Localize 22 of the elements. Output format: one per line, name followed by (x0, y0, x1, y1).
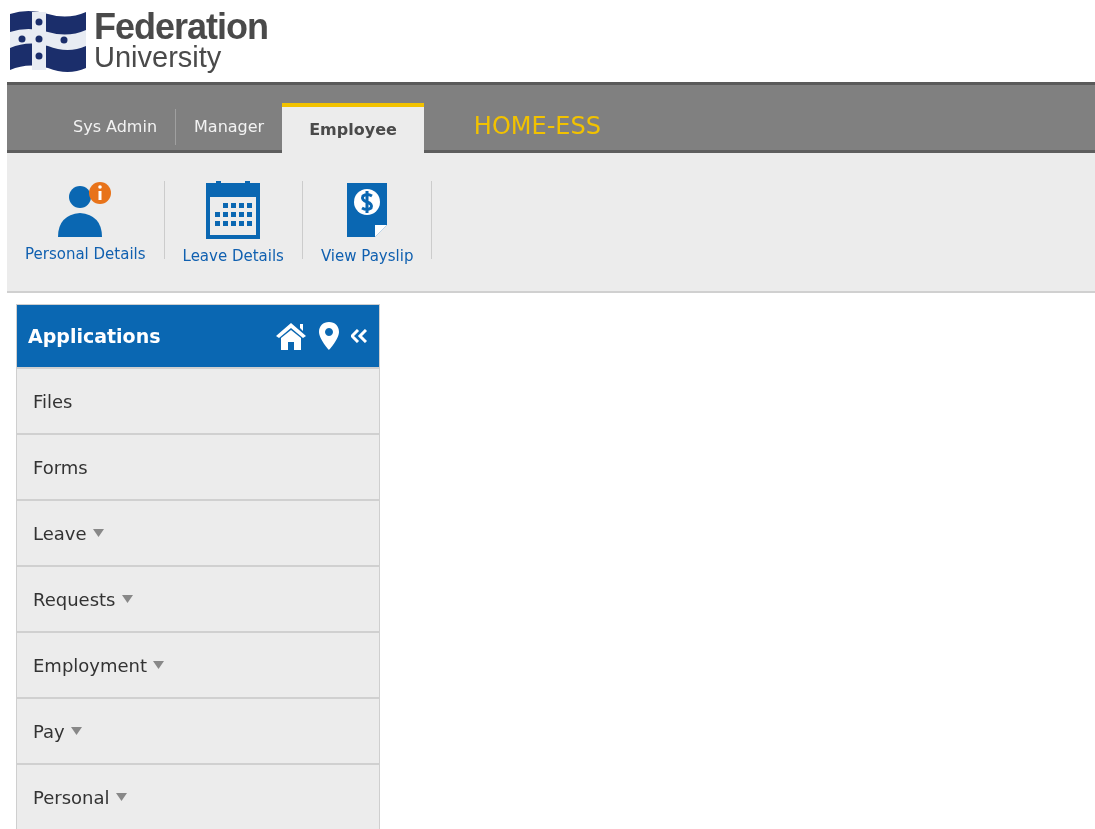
context-title: HOME-ESS (473, 111, 601, 140)
home-icon[interactable] (275, 322, 307, 350)
shortcut-button[interactable]: Leave Details (164, 180, 302, 265)
menu-item[interactable]: Personal (17, 763, 379, 829)
sidebar-title: Applications (28, 325, 162, 347)
payslip-icon (345, 180, 390, 239)
menu-item[interactable]: Employment (17, 631, 379, 697)
tab[interactable]: Manager (176, 103, 283, 150)
tab[interactable]: Sys Admin (55, 103, 176, 150)
collapse-icon[interactable] (351, 329, 367, 343)
shortcut-button[interactable]: Personal Details (7, 180, 164, 263)
calendar-icon (206, 180, 261, 239)
location-pin-icon[interactable] (319, 322, 339, 350)
tab[interactable]: Employee (282, 102, 424, 153)
menu-item[interactable]: Requests (17, 565, 379, 631)
logo-title: Federation (94, 9, 269, 46)
menu-item[interactable]: Forms (17, 433, 379, 499)
logo-subtitle: University (94, 43, 223, 73)
shortcut-button[interactable]: View Payslip (302, 180, 432, 265)
menu-item[interactable]: Pay (17, 697, 379, 763)
menu-item[interactable]: Leave (17, 499, 379, 565)
menu-item[interactable]: Files (17, 367, 379, 433)
